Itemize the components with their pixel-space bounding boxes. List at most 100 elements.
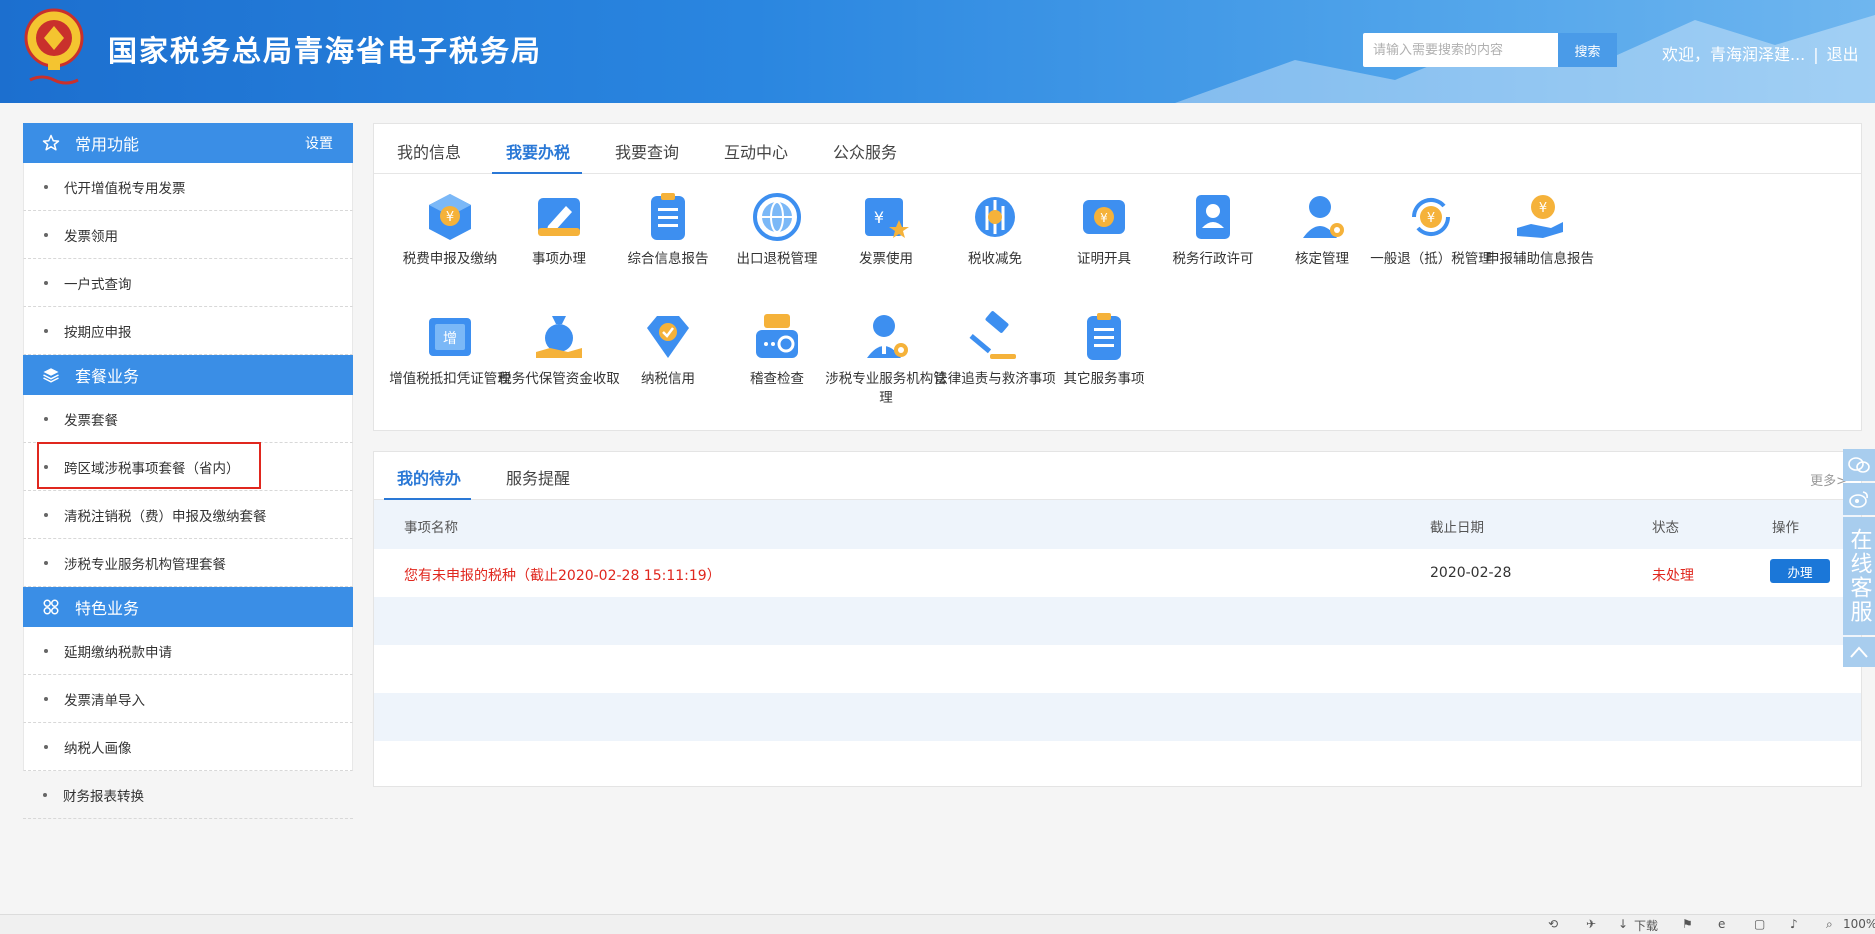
service-tile[interactable]: 增 增值税抵扣凭证管理 bbox=[388, 310, 512, 389]
star-icon bbox=[41, 133, 61, 153]
service-tile[interactable]: 出口退税管理 bbox=[715, 190, 839, 269]
service-label: 核定管理 bbox=[1295, 251, 1349, 267]
sidebar-item-label: 发票套餐 bbox=[64, 412, 118, 429]
service-tile[interactable]: 税收减免 bbox=[933, 190, 1057, 269]
sidebar-item[interactable]: 涉税专业服务机构管理套餐 bbox=[23, 539, 353, 587]
main-tabs: 我的信息 我要办税 我要查询 互动中心 公众服务 bbox=[374, 124, 1861, 174]
wechat-icon[interactable] bbox=[1843, 449, 1875, 481]
refresh-icon[interactable]: ⟲ bbox=[1548, 917, 1558, 931]
service-tile[interactable]: 税务行政许可 bbox=[1151, 190, 1275, 269]
service-tile[interactable]: 稽查检查 bbox=[715, 310, 839, 389]
online-service-button[interactable]: 在线客服 bbox=[1843, 517, 1875, 635]
service-tile[interactable]: 事项办理 bbox=[497, 190, 621, 269]
zoom-level[interactable]: 100% bbox=[1843, 917, 1875, 931]
service-label: 税务行政许可 bbox=[1172, 251, 1254, 267]
logout-link[interactable]: 退出 bbox=[1827, 45, 1859, 64]
browser-e-icon[interactable]: e bbox=[1718, 917, 1725, 931]
tab-tax-handling[interactable]: 我要办税 bbox=[506, 139, 570, 163]
sidebar-item-label: 延期缴纳税款申请 bbox=[64, 644, 172, 661]
service-tile[interactable]: ¥ 发票使用 bbox=[824, 190, 948, 269]
online-service-label: 在线客服 bbox=[1846, 528, 1872, 624]
tax-bureau-emblem-icon bbox=[24, 8, 84, 85]
pencil-card-icon bbox=[538, 198, 580, 236]
service-label: 发票使用 bbox=[859, 251, 913, 267]
tab-interaction[interactable]: 互动中心 bbox=[724, 139, 788, 163]
service-label: 税费申报及缴纳 bbox=[402, 251, 498, 267]
service-tile[interactable]: ¥ 申报辅助信息报告 bbox=[1478, 190, 1602, 269]
table-header: 事项名称 截止日期 状态 操作 bbox=[374, 500, 1861, 549]
download-arrow-icon[interactable]: ↓ bbox=[1618, 917, 1628, 931]
download-label[interactable]: 下载 bbox=[1634, 917, 1658, 934]
welcome-text[interactable]: 欢迎，青海润泽建... bbox=[1662, 45, 1805, 64]
window-icon[interactable]: ▢ bbox=[1754, 917, 1765, 931]
clipboard-icon bbox=[651, 193, 685, 240]
gavel-icon bbox=[969, 311, 1016, 359]
sidebar-item[interactable]: 按期应申报 bbox=[23, 307, 353, 355]
site-title: 国家税务总局青海省电子税务局 bbox=[108, 34, 543, 68]
list-doc-icon bbox=[1087, 313, 1121, 360]
service-label: 增值税抵扣凭证管理 bbox=[389, 371, 511, 387]
more-link[interactable]: 更多> bbox=[1810, 470, 1847, 489]
service-label: 法律追责与救济事项 bbox=[934, 371, 1056, 387]
flag-icon[interactable]: ⚑ bbox=[1682, 917, 1693, 931]
header: 国家税务总局青海省电子税务局 搜索 欢迎，青海润泽建... | 退出 bbox=[0, 0, 1875, 103]
sidebar-item-label: 发票领用 bbox=[64, 228, 118, 245]
sidebar-item[interactable]: 延期缴纳税款申请 bbox=[23, 627, 353, 675]
sidebar-item[interactable]: 代开增值税专用发票 bbox=[23, 163, 353, 211]
settings-link[interactable]: 设置 bbox=[305, 133, 333, 153]
column-header: 操作 bbox=[1772, 520, 1799, 536]
certificate-icon: ¥ bbox=[1083, 200, 1125, 234]
sidebar-item[interactable]: 发票套餐 bbox=[23, 395, 353, 443]
service-label: 稽查检查 bbox=[750, 371, 804, 387]
service-tile[interactable]: ¥ 税费申报及缴纳 bbox=[388, 190, 512, 269]
sidebar-item[interactable]: 清税注销税（费）申报及缴纳套餐 bbox=[23, 491, 353, 539]
service-tile[interactable]: 其它服务事项 bbox=[1042, 310, 1166, 389]
service-tile[interactable]: 税务代保管资金收取 bbox=[497, 310, 621, 389]
bullet-dot bbox=[44, 416, 48, 421]
svg-text:¥: ¥ bbox=[874, 208, 884, 227]
sidebar-item[interactable]: 财务报表转换 bbox=[23, 771, 353, 819]
todo-deadline: 2020-02-28 bbox=[1430, 565, 1512, 581]
service-tile[interactable]: 纳税信用 bbox=[606, 310, 730, 389]
invoice-star-icon: ¥ bbox=[865, 198, 909, 238]
tab-query[interactable]: 我要查询 bbox=[615, 139, 679, 163]
tab-public-service[interactable]: 公众服务 bbox=[833, 139, 897, 163]
tab-service-reminder[interactable]: 服务提醒 bbox=[506, 465, 570, 489]
search-button[interactable]: 搜索 bbox=[1558, 33, 1617, 67]
service-tile[interactable]: 核定管理 bbox=[1260, 190, 1384, 269]
bullet-dot bbox=[44, 744, 48, 749]
bullet-dot bbox=[44, 648, 48, 653]
todo-item-name[interactable]: 您有未申报的税种（截止2020-02-28 15:11:19） bbox=[404, 565, 721, 585]
table-row-empty bbox=[374, 645, 1861, 693]
sidebar-item[interactable]: 发票领用 bbox=[23, 211, 353, 259]
sidebar-item[interactable]: 发票清单导入 bbox=[23, 675, 353, 723]
service-label: 其它服务事项 bbox=[1063, 371, 1145, 387]
tab-my-info[interactable]: 我的信息 bbox=[397, 139, 461, 163]
bullet-dot bbox=[44, 184, 48, 189]
sidebar-item-label: 纳税人画像 bbox=[64, 740, 132, 757]
bullet-dot bbox=[44, 280, 48, 285]
handle-button[interactable]: 办理 bbox=[1770, 559, 1830, 583]
sidebar-section-title: 常用功能 bbox=[75, 135, 140, 154]
service-tile[interactable]: ¥ 证明开具 bbox=[1042, 190, 1166, 269]
highlight-annotation-box bbox=[37, 442, 261, 489]
service-tile[interactable]: 涉税专业服务机构管理 bbox=[824, 310, 948, 408]
service-label: 税务代保管资金收取 bbox=[498, 371, 620, 387]
tab-my-todo[interactable]: 我的待办 bbox=[397, 465, 461, 489]
service-tile[interactable]: 综合信息报告 bbox=[606, 190, 730, 269]
svg-text:¥: ¥ bbox=[1427, 211, 1435, 226]
pin-icon[interactable]: ✈ bbox=[1586, 917, 1596, 931]
sidebar-item[interactable]: 纳税人画像 bbox=[23, 723, 353, 771]
weibo-icon[interactable] bbox=[1843, 483, 1875, 515]
zoom-icon[interactable]: ⌕ bbox=[1826, 917, 1833, 932]
back-to-top-icon[interactable] bbox=[1843, 637, 1875, 667]
service-tile[interactable]: ¥ 一般退（抵）税管理 bbox=[1369, 190, 1493, 269]
search-input[interactable] bbox=[1363, 33, 1558, 67]
service-label: 申报辅助信息报告 bbox=[1486, 251, 1594, 267]
service-panel: 我的信息 我要办税 我要查询 互动中心 公众服务 ¥ 税费申报及缴纳 事项办理 … bbox=[373, 123, 1862, 431]
volume-icon[interactable]: ♪ bbox=[1790, 917, 1798, 931]
sidebar-item-label: 涉税专业服务机构管理套餐 bbox=[64, 556, 226, 573]
service-tile[interactable]: 法律追责与救济事项 bbox=[933, 310, 1057, 389]
sidebar-item[interactable]: 一户式查询 bbox=[23, 259, 353, 307]
sidebar-section-package: 套餐业务 bbox=[23, 355, 353, 395]
